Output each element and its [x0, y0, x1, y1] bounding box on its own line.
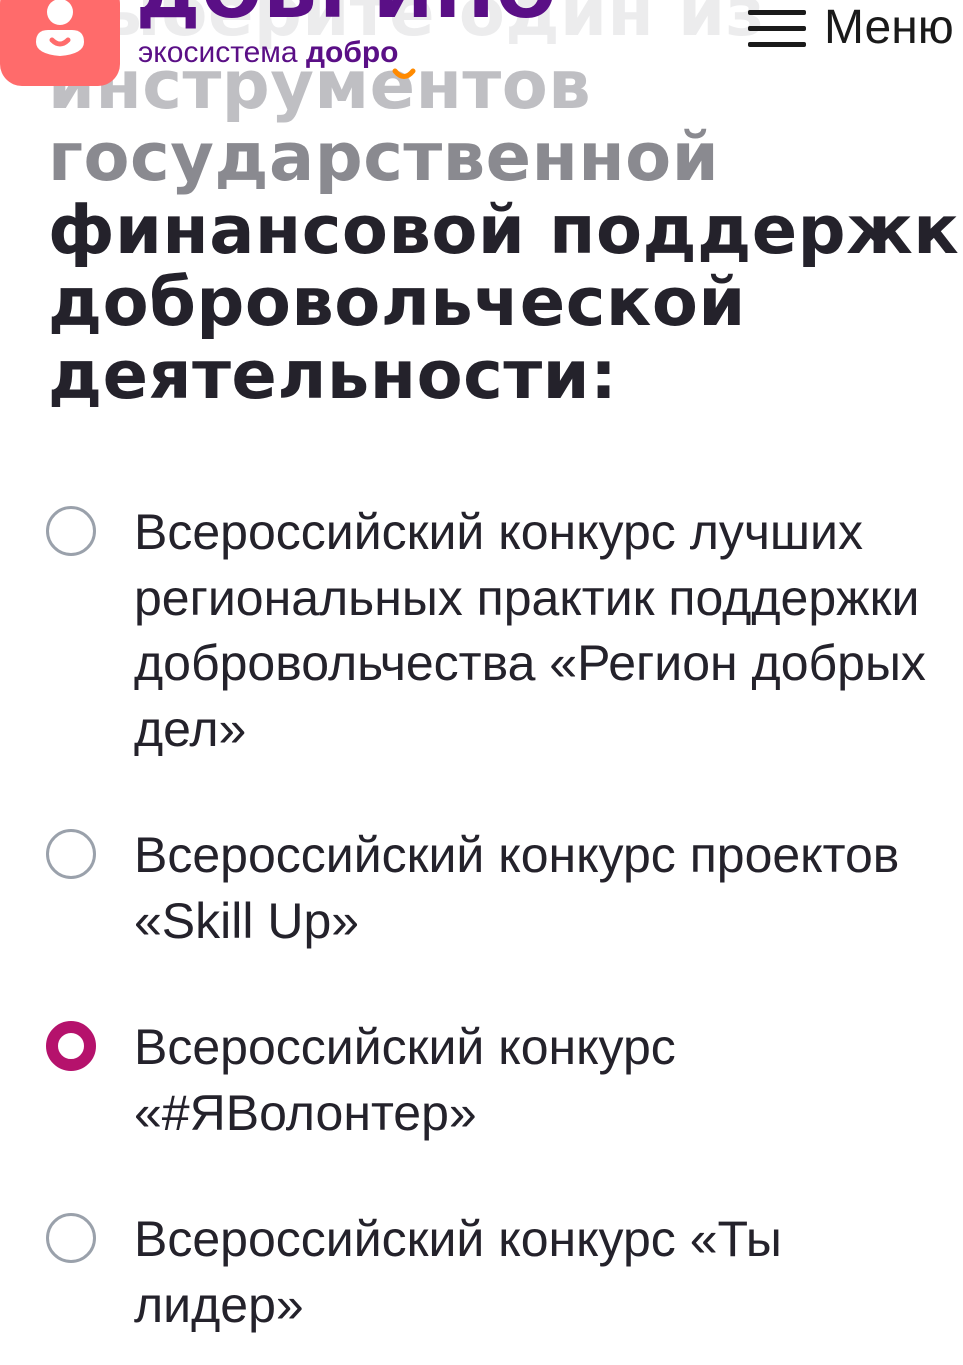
- option-label[interactable]: Всероссийский конкурс лучших региональны…: [134, 500, 934, 762]
- radio-button[interactable]: [46, 506, 96, 556]
- radio-button-selected[interactable]: [46, 1021, 96, 1071]
- logo-icon[interactable]: [0, 0, 120, 86]
- question-line: финансовой поддержки: [48, 190, 963, 269]
- option-label[interactable]: Всероссийский конкурс «Ты лидер»: [134, 1207, 934, 1338]
- tagline-accent: добро: [305, 36, 399, 69]
- option-label[interactable]: Всероссийский конкурс проектов «Skill Up…: [134, 823, 934, 954]
- brand-name[interactable]: ДОБРИНО: [136, 0, 558, 28]
- menu-button[interactable]: Меню: [746, 0, 963, 56]
- tagline-prefix: экосистема: [138, 36, 306, 69]
- smile-icon: [392, 68, 416, 79]
- question-line: добровольческой: [48, 263, 746, 341]
- radio-button[interactable]: [46, 1213, 96, 1263]
- question-line: государственной: [48, 118, 720, 196]
- brand-tagline: экосистема добро: [138, 38, 399, 68]
- question-line: деятельности:: [48, 335, 618, 414]
- option-label[interactable]: Всероссийский конкурс «#ЯВолонтер»: [134, 1015, 934, 1146]
- radio-button[interactable]: [46, 829, 96, 879]
- hamburger-icon: [746, 6, 806, 50]
- menu-label: Меню: [824, 1, 954, 54]
